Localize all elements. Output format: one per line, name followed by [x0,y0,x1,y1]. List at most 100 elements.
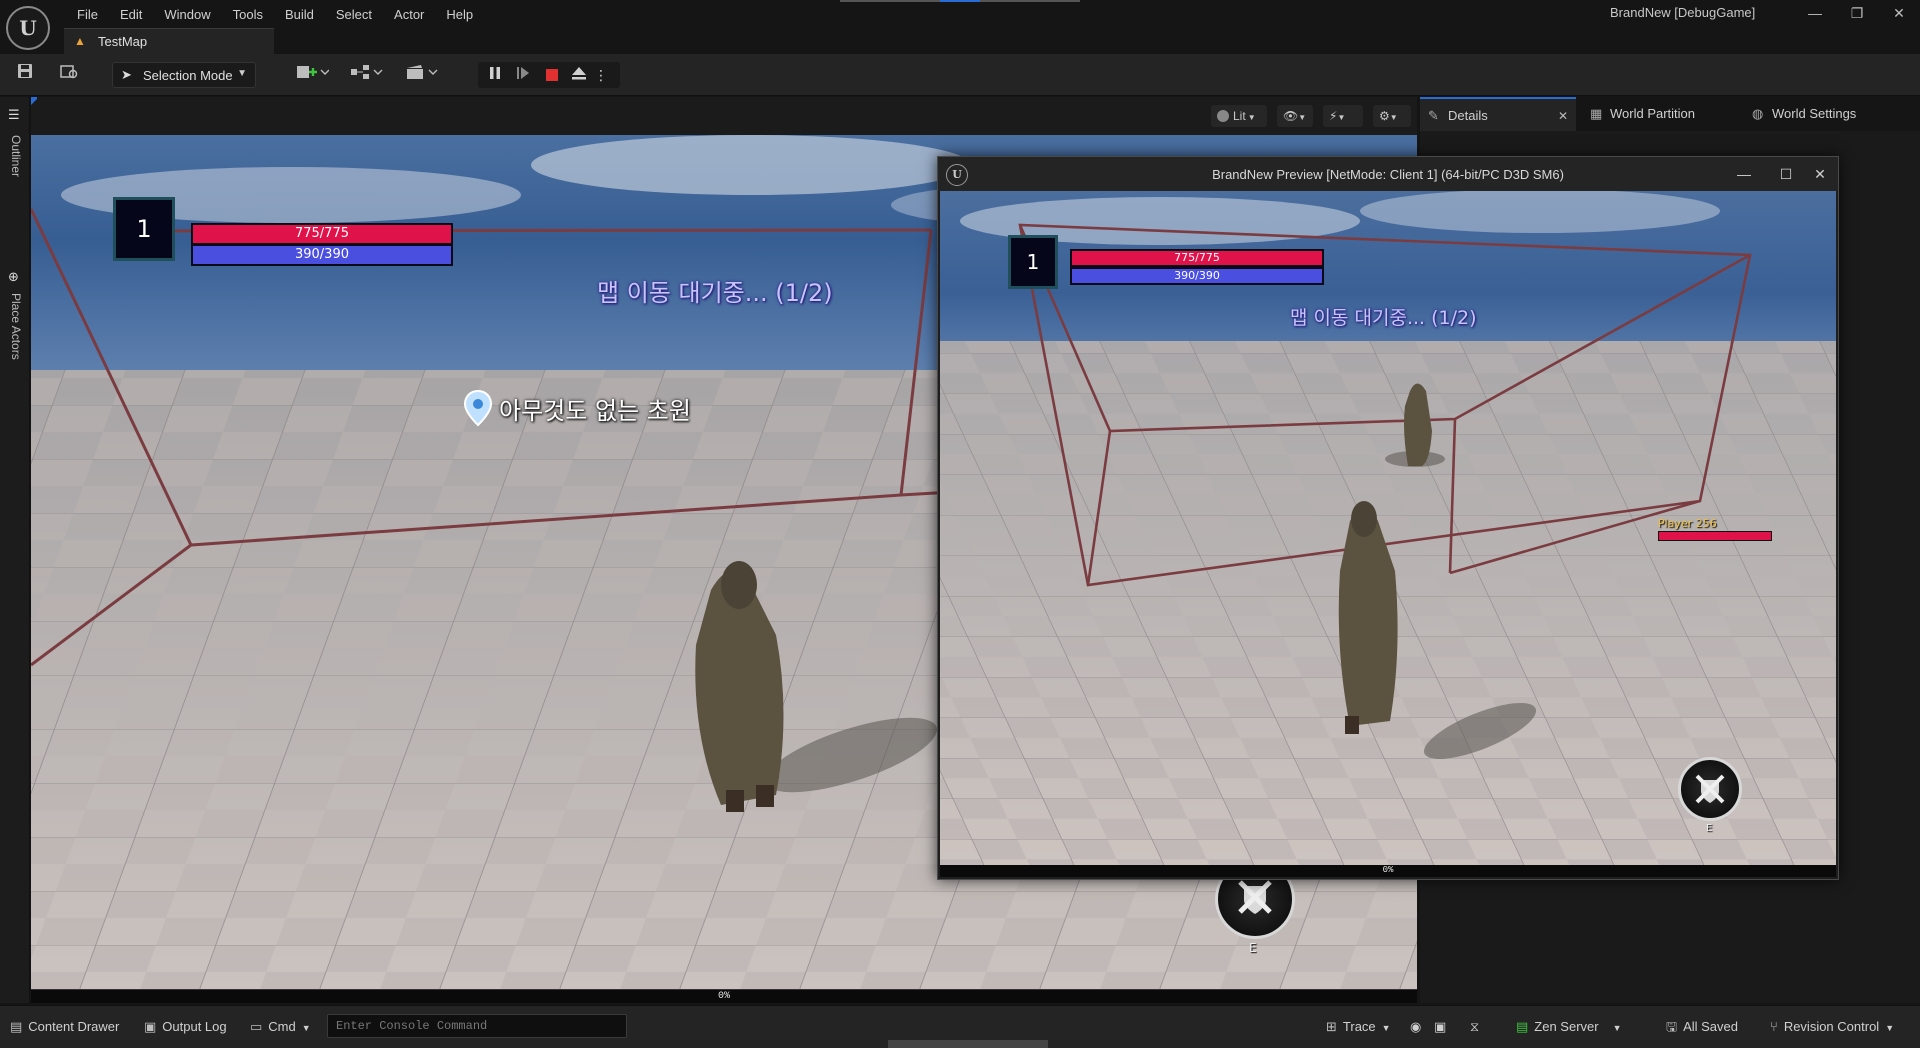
viewport-progress-bar: 0% [31,989,1417,1003]
preview-title: BrandNew Preview [NetMode: Client 1] (64… [1212,167,1564,182]
chevron-down-icon: ▼ [301,1023,311,1033]
cmd-label: Cmd [268,1019,296,1034]
menu-actor[interactable]: Actor [383,4,435,26]
preview-game-scene[interactable]: 1 775/775 390/390 맵 이동 대기중... (1/2) Play… [940,191,1836,865]
menu-select[interactable]: Select [325,4,383,26]
zen-server-label: Zen Server [1534,1019,1599,1034]
horizontal-scrollbar[interactable] [888,1040,1048,1048]
preview-map-transfer-message: 맵 이동 대기중... (1/2) [1290,307,1477,329]
hp-bar: 775/775 [191,223,453,245]
unreal-logo-icon[interactable]: U [6,6,50,50]
map-transfer-message: 맵 이동 대기중... (1/2) [597,279,833,307]
screenshot-icon[interactable]: ▣ [1434,1016,1446,1038]
preview-maximize-button[interactable]: ☐ [1772,163,1800,185]
place-actors-tab[interactable]: Place Actors [9,293,23,360]
preview-minimize-button[interactable]: — [1730,163,1758,185]
close-button[interactable]: ✕ [1884,2,1914,24]
other-player-hp-bar [1658,531,1772,541]
scalability-dropdown[interactable]: ⚡▼ [1323,105,1363,127]
viewport-settings-dropdown[interactable]: ⚙▼ [1373,105,1411,127]
lit-sphere-icon [1217,110,1229,122]
tab-testmap[interactable]: ▲ TestMap [64,28,274,54]
tab-world-partition[interactable]: ▦ World Partition [1582,97,1742,131]
menu-tools[interactable]: Tools [222,4,274,26]
selection-mode-dropdown[interactable]: ➤ Selection Mode ▼ [112,62,256,88]
view-mode-dropdown[interactable]: Lit ▼ [1211,105,1267,127]
cmd-dropdown[interactable]: ▭ Cmd ▼ [250,1016,311,1038]
selection-mode-label: Selection Mode [143,68,233,83]
play-options-icon[interactable]: ⋮ [594,65,608,85]
sword-shield-icon [1695,774,1725,804]
content-drawer-button[interactable]: ▤ Content Drawer [10,1016,119,1038]
left-tab-strip: ☰ Outliner ⊕ Place Actors [0,97,30,1003]
blueprint-icon[interactable] [346,63,386,87]
menu-build[interactable]: Build [274,4,325,26]
stop-button[interactable] [540,65,562,85]
chevron-down-icon: ▼ [1298,113,1307,122]
outliner-tab[interactable]: Outliner [9,135,23,177]
preview-hp-bar: 775/775 [1070,249,1324,267]
preview-skill-button[interactable] [1678,757,1742,821]
app-title: BrandNew [DebugGame] [1610,5,1756,20]
add-actor-icon[interactable] [292,63,332,87]
tab-world-settings[interactable]: ◍ World Settings [1744,97,1920,131]
tab-label: TestMap [98,34,148,49]
branch-icon: ⑂ [1770,1019,1778,1034]
player-level-badge: 1 [113,197,175,261]
stop-icon [546,69,558,81]
viewport-progress-label: 0% [717,991,730,1002]
menu-file[interactable]: File [66,4,109,26]
log-icon: ▣ [144,1019,157,1034]
preview-title-bar[interactable]: U BrandNew Preview [NetMode: Client 1] (… [938,157,1838,191]
minimize-button[interactable]: — [1800,2,1830,24]
console-command-input[interactable]: Enter Console Command [327,1014,627,1038]
other-player-name: Player 256 [1658,517,1717,530]
close-icon[interactable]: ✕ [1558,99,1568,133]
zen-server-dropdown[interactable]: ▤ Zen Server ▼ [1516,1016,1622,1038]
menu-window[interactable]: Window [153,4,221,26]
preview-close-button[interactable]: ✕ [1806,163,1834,185]
skill-key-label: E [1249,941,1257,955]
chevron-down-icon: ▼ [1389,113,1398,122]
terminal-icon: ▭ [250,1019,263,1034]
restore-button[interactable]: ❐ [1842,2,1872,24]
globe-icon: ◍ [1752,106,1764,121]
preview-player-level-badge: 1 [1008,235,1058,289]
revision-control-dropdown[interactable]: ⑂ Revision Control ▼ [1770,1016,1894,1038]
trace-label: Trace [1342,1019,1376,1034]
save-icon: 🖫 [1666,1019,1678,1034]
place-actors-icon[interactable]: ⊕ [8,269,19,285]
revision-control-label: Revision Control [1783,1019,1880,1034]
content-drawer-label: Content Drawer [28,1019,120,1034]
output-log-label: Output Log [162,1019,227,1034]
play-controls: ⋮ [478,62,620,88]
cinematics-icon[interactable] [402,63,442,87]
title-bar: File Edit Window Tools Build Select Acto… [0,0,1920,30]
level-icon: ▲ [74,34,86,48]
eject-button[interactable] [568,65,590,85]
all-saved-button[interactable]: 🖫 All Saved [1666,1016,1738,1038]
menu-icon[interactable]: ☰ [8,107,20,123]
preview-progress-bar: 0% [940,865,1836,877]
map-pin-icon [463,389,493,430]
menu-help[interactable]: Help [435,4,484,26]
derived-data-icon[interactable]: ⧖ [1470,1016,1479,1038]
chevron-down-icon: ▼ [237,68,247,79]
output-log-button[interactable]: ▣ Output Log [144,1016,227,1038]
preview-window[interactable]: U BrandNew Preview [NetMode: Client 1] (… [937,156,1839,880]
show-flags-dropdown[interactable]: 👁▼ [1277,105,1313,127]
trace-dropdown[interactable]: ⊞ Trace ▼ [1326,1016,1391,1038]
pause-button[interactable] [484,65,506,85]
save-icon[interactable] [14,63,36,87]
eye-icon: 👁 [1283,109,1299,123]
menu-edit[interactable]: Edit [109,4,153,26]
record-icon[interactable]: ◉ [1410,1016,1421,1038]
chevron-down-icon: ▼ [1612,1023,1622,1033]
tab-details-label: Details [1448,108,1488,123]
cursor-icon: ➤ [121,67,132,82]
all-saved-label: All Saved [1683,1019,1738,1034]
content-browser-icon[interactable] [58,63,80,87]
tab-details[interactable]: ✎ Details ✕ [1420,97,1576,131]
step-frame-button[interactable] [512,65,534,85]
chevron-down-icon: ▼ [1381,1023,1391,1033]
